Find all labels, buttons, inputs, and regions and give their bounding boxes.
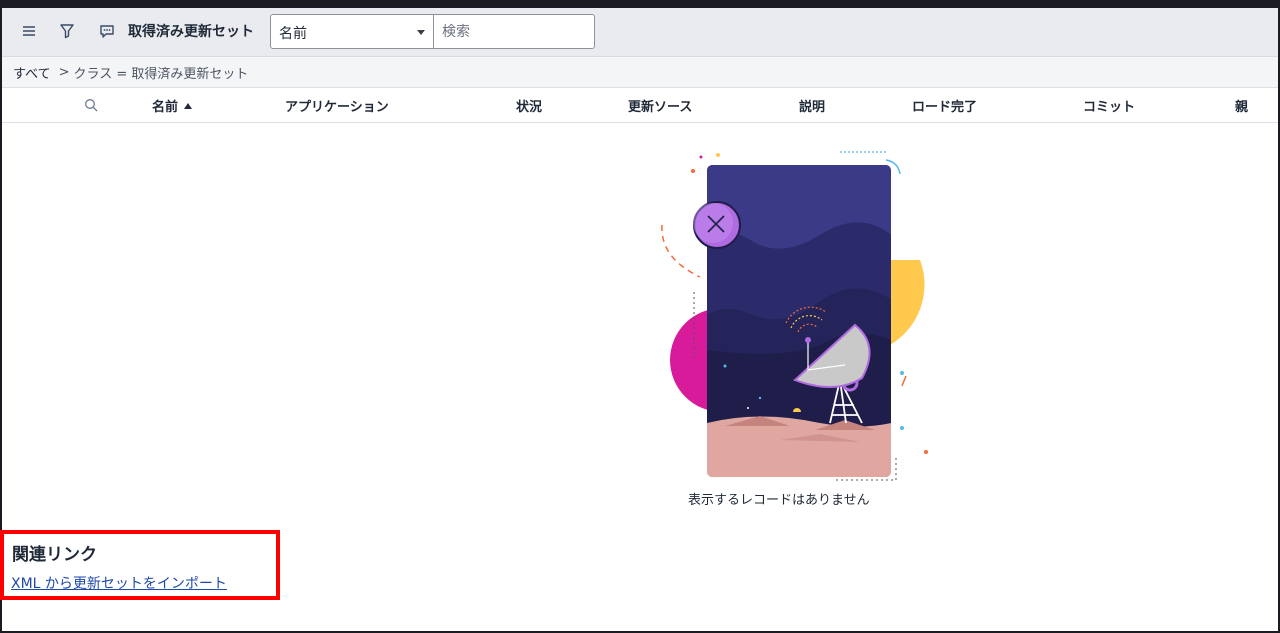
chat-bubble-icon[interactable] [96, 20, 118, 42]
search-field-select[interactable]: 名前 [270, 14, 434, 49]
column-header-application[interactable]: アプリケーション [285, 96, 389, 115]
table-header: 名前 アプリケーション 状況 更新ソース 説明 ロード完了 コミット 親 [2, 88, 1278, 123]
empty-state-message: 表示するレコードはありません [688, 493, 870, 508]
import-update-set-from-xml-link[interactable]: XML から更新セットをインポート [11, 573, 227, 593]
column-header-parent[interactable]: 親 [1235, 96, 1248, 115]
breadcrumb-all-link[interactable]: すべて [13, 63, 51, 82]
related-links-title: 関連リンク [12, 545, 97, 565]
column-header-update-source[interactable]: 更新ソース [628, 96, 692, 115]
column-header-state[interactable]: 状況 [516, 96, 542, 115]
column-header-description[interactable]: 説明 [799, 96, 825, 115]
select-value: 名前 [279, 26, 307, 42]
related-links-section: 関連リンク XML から更新セットをインポート [0, 530, 280, 600]
chevron-down-icon [417, 30, 425, 35]
column-header-commit[interactable]: コミット [1083, 96, 1135, 115]
list-toolbar: 取得済み更新セット 名前 [2, 8, 1278, 57]
column-search-icon[interactable] [80, 94, 102, 116]
list-title: 取得済み更新セット [128, 24, 254, 40]
sort-ascending-icon [184, 103, 193, 109]
breadcrumb-separator: > [58, 64, 70, 80]
breadcrumb-class-filter[interactable]: クラス = 取得済み更新セット [73, 63, 248, 82]
filter-icon[interactable] [56, 20, 78, 42]
column-header-name[interactable]: 名前 [152, 96, 193, 115]
search-input[interactable] [433, 14, 595, 49]
hamburger-menu-icon[interactable] [18, 20, 40, 42]
empty-state-illustration [640, 140, 940, 485]
breadcrumb: すべて > クラス = 取得済み更新セット [2, 57, 1278, 88]
column-header-load-complete[interactable]: ロード完了 [912, 96, 977, 115]
